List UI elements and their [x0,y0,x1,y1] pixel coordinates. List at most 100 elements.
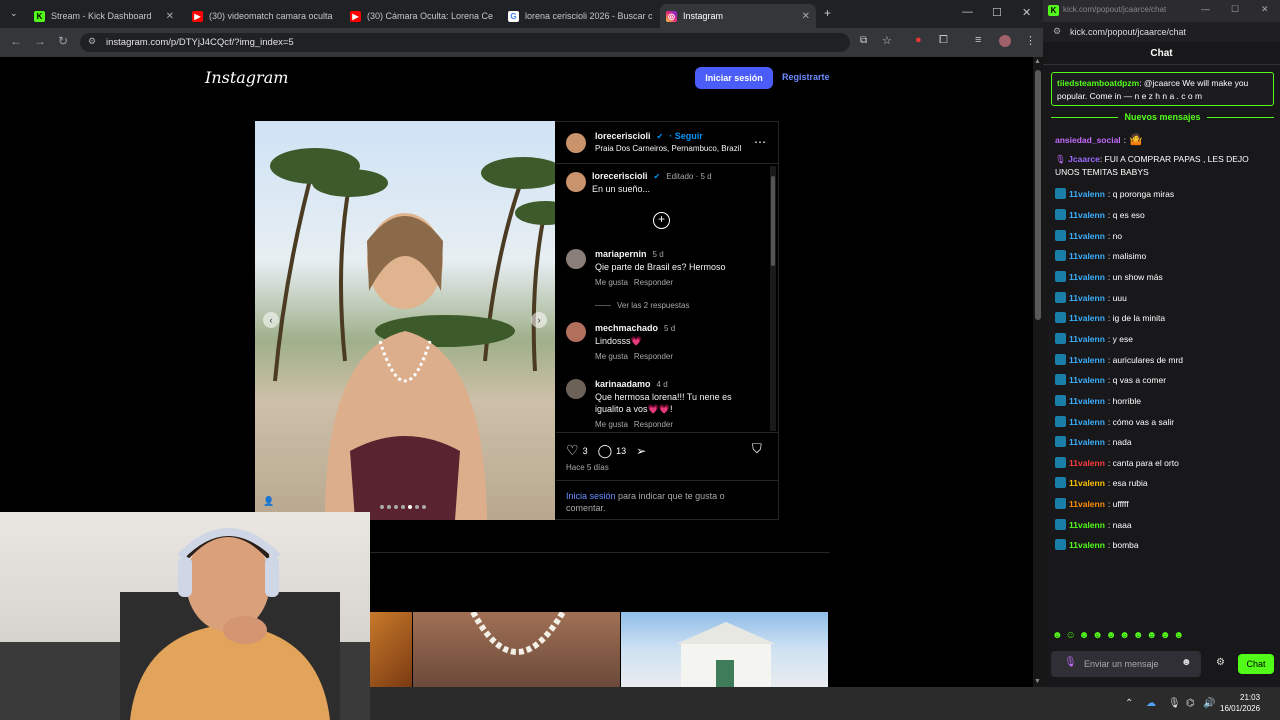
comment-user[interactable]: karinaadamo [595,379,651,389]
reload-icon[interactable]: ↻ [58,34,68,48]
chat-username[interactable]: 11valenn [1069,293,1105,303]
view-replies-button[interactable]: Ver las 2 respuestas [617,301,689,310]
minimize-icon[interactable]: — [1201,4,1210,14]
comment-reply-button[interactable]: Responder [634,420,673,429]
post-location[interactable]: Praia Dos Carneiros, Pernambuco, Brazil [595,144,741,153]
signup-link[interactable]: Registrarte [782,72,830,82]
onedrive-icon[interactable]: ☁ [1146,698,1156,709]
media-control-icon[interactable]: ≡ [975,34,981,46]
comment-reply-button[interactable]: Responder [634,278,673,287]
share-send-icon[interactable]: ➢ [636,444,646,458]
comment-like-button[interactable]: Me gusta [595,352,628,361]
caption-author[interactable]: loreceriscioli [592,171,648,181]
close-icon[interactable]: ✕ [802,11,810,22]
related-post-thumbnail[interactable] [413,610,620,687]
chat-username[interactable]: 11valenn [1069,272,1105,282]
follow-button[interactable]: · Seguir [669,131,703,141]
post-photo[interactable]: ‹ › 👤 [255,121,555,520]
tab-list-icon[interactable]: ⌄ [10,8,18,19]
avatar[interactable] [566,133,586,153]
bookmark-star-icon[interactable]: ☆ [882,34,892,47]
tagged-user-icon[interactable]: 👤 [263,496,274,507]
tray-expand-icon[interactable]: ⌃ [1125,698,1133,709]
avatar[interactable] [566,379,586,399]
comment-user[interactable]: mariapernin [595,249,647,259]
cast-icon[interactable]: ⧉ [860,35,867,46]
extension-red-icon[interactable]: ● [915,34,922,46]
network-icon[interactable]: ⌬ [1186,698,1195,709]
emoji-picker-icon[interactable]: ☻ [1181,657,1192,668]
avatar[interactable] [566,172,586,192]
chat-username[interactable]: 11valenn [1069,458,1105,468]
chat-settings-gear-icon[interactable]: ⚙ [1216,657,1225,668]
extensions-puzzle-icon[interactable]: ⧠ [939,34,948,47]
comment-bubble-icon[interactable]: ◯ [598,443,613,459]
chat-username[interactable]: 11valenn [1069,355,1105,365]
window-close-icon[interactable]: ✕ [1261,4,1269,15]
scroll-down-icon[interactable]: ▼ [1034,678,1041,685]
comment-reply-button[interactable]: Responder [634,352,673,361]
forward-icon[interactable]: → [34,34,46,48]
window-close-icon[interactable]: ✕ [1022,6,1031,19]
related-post-thumbnail[interactable] [370,612,412,687]
taskbar-clock[interactable]: 21:03 16/01/2026 [1220,692,1260,714]
load-more-comments-icon[interactable]: + [653,212,670,229]
post-author[interactable]: loreceriscioli [595,131,651,141]
login-prompt-link[interactable]: Inicia sesión [566,491,616,501]
like-heart-icon[interactable]: ♡ [566,442,579,459]
browser-menu-icon[interactable]: ⋮ [1025,34,1036,47]
save-bookmark-icon[interactable]: ⛉ [752,441,762,457]
back-icon[interactable]: ← [10,34,22,48]
profile-avatar[interactable] [999,35,1011,47]
volume-icon[interactable]: 🔊 [1203,698,1215,709]
page-scrollbar-thumb[interactable] [1035,70,1041,320]
chat-send-button[interactable]: Chat [1238,654,1274,674]
address-bar[interactable]: ⚙ instagram.com/p/DTYjJ4CQcf/?img_index=… [80,33,892,52]
maximize-icon[interactable]: ☐ [1231,4,1239,15]
chat-username[interactable]: Jcaarce [1068,154,1100,164]
microphone-icon[interactable]: 🎙 [1168,698,1181,709]
next-image-arrow[interactable]: › [531,312,547,328]
new-messages-label[interactable]: Nuevos mensajes [1051,112,1274,122]
chat-username[interactable]: 11valenn [1069,334,1105,344]
chat-username[interactable]: 11valenn [1069,437,1105,447]
scroll-up-icon[interactable]: ▲ [1034,58,1041,65]
tab-youtube-1[interactable]: ▶(30) videomatch camara oculta✕ [186,4,338,28]
avatar[interactable] [566,249,586,269]
close-icon[interactable]: ✕ [166,11,174,22]
chat-username[interactable]: 11valenn [1069,396,1105,406]
avatar[interactable] [566,322,586,342]
pinned-message[interactable]: tiiedsteamboatdpzm: @jcaarce We will mak… [1051,72,1274,106]
chat-username[interactable]: 11valenn [1069,520,1105,530]
tab-instagram[interactable]: ◎ Instagram ✕ [660,4,816,28]
new-tab-icon[interactable]: + [824,6,831,20]
chat-username[interactable]: 11valenn [1069,189,1105,199]
comment-like-button[interactable]: Me gusta [595,278,628,287]
prev-image-arrow[interactable]: ‹ [263,312,279,328]
chat-url-bar[interactable]: ⚙ kick.com/popout/jcaarce/chat [1043,22,1280,42]
chat-username[interactable]: 11valenn [1069,417,1105,427]
comment-like-button[interactable]: Me gusta [595,420,628,429]
tab-google-search[interactable]: Glorena ceriscioli 2026 - Buscar c✕ [502,4,654,28]
chat-message-input[interactable]: 🎙 Enviar un mensaje ☻ [1051,651,1201,677]
chat-username[interactable]: 11valenn [1069,251,1105,261]
chat-username[interactable]: 11valenn [1069,313,1105,323]
maximize-icon[interactable]: ☐ [992,6,1002,19]
pinned-user[interactable]: tiiedsteamboatdpzm [1057,78,1139,88]
emote-bar[interactable]: ☻☺☻☻☻☻☻☻☻☻ [1052,630,1187,641]
microphone-icon[interactable]: 🎙 [1064,657,1077,668]
site-info-icon[interactable]: ⚙ [1053,26,1061,37]
chat-username[interactable]: 11valenn [1069,540,1105,550]
comment-user[interactable]: mechmachado [595,323,658,333]
chat-username[interactable]: 11valenn [1069,478,1105,488]
chat-username[interactable]: ansiedad_social [1055,135,1121,145]
site-info-icon[interactable]: ⚙ [88,36,96,47]
more-options-icon[interactable]: ⋯ [754,135,766,149]
tab-kick-dashboard[interactable]: K Stream - Kick Dashboard ✕ [28,4,180,28]
related-post-thumbnail[interactable] [621,612,828,687]
login-button[interactable]: Iniciar sesión [695,67,773,89]
tab-youtube-2[interactable]: ▶(30) Cámara Oculta: Lorena Ce✕ [344,4,496,28]
chat-username[interactable]: 11valenn [1069,499,1105,509]
chat-username[interactable]: 11valenn [1069,231,1105,241]
minimize-icon[interactable]: — [962,6,973,18]
